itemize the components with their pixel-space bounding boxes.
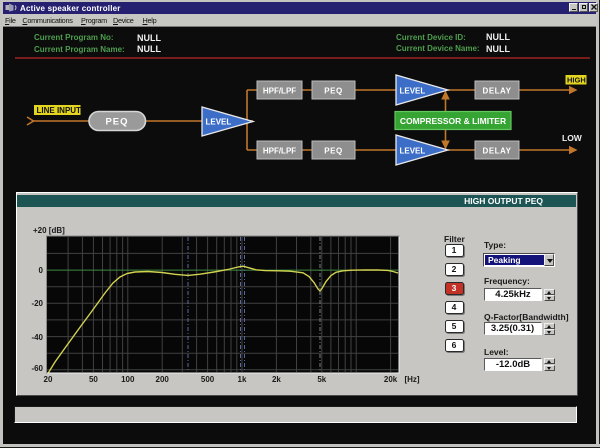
svg-text:LINE INPUT: LINE INPUT: [37, 106, 82, 115]
svg-text:DELAY: DELAY: [483, 87, 512, 96]
svg-text:LEVEL: LEVEL: [206, 117, 232, 126]
svg-text:HIGH: HIGH: [567, 76, 586, 85]
svg-text:DELAY: DELAY: [483, 147, 512, 156]
svg-text:COMPRESSOR & LIMITER: COMPRESSOR & LIMITER: [400, 116, 506, 126]
svg-text:HPF/LPF: HPF/LPF: [263, 87, 296, 96]
svg-text:LEVEL: LEVEL: [400, 86, 426, 95]
svg-text:LOW: LOW: [562, 133, 583, 143]
svg-text:PEQ: PEQ: [105, 117, 128, 128]
svg-text:PEQ: PEQ: [324, 147, 342, 156]
svg-text:HPF/LPF: HPF/LPF: [263, 147, 296, 156]
svg-text:LEVEL: LEVEL: [400, 146, 426, 155]
svg-text:PEQ: PEQ: [324, 87, 342, 96]
